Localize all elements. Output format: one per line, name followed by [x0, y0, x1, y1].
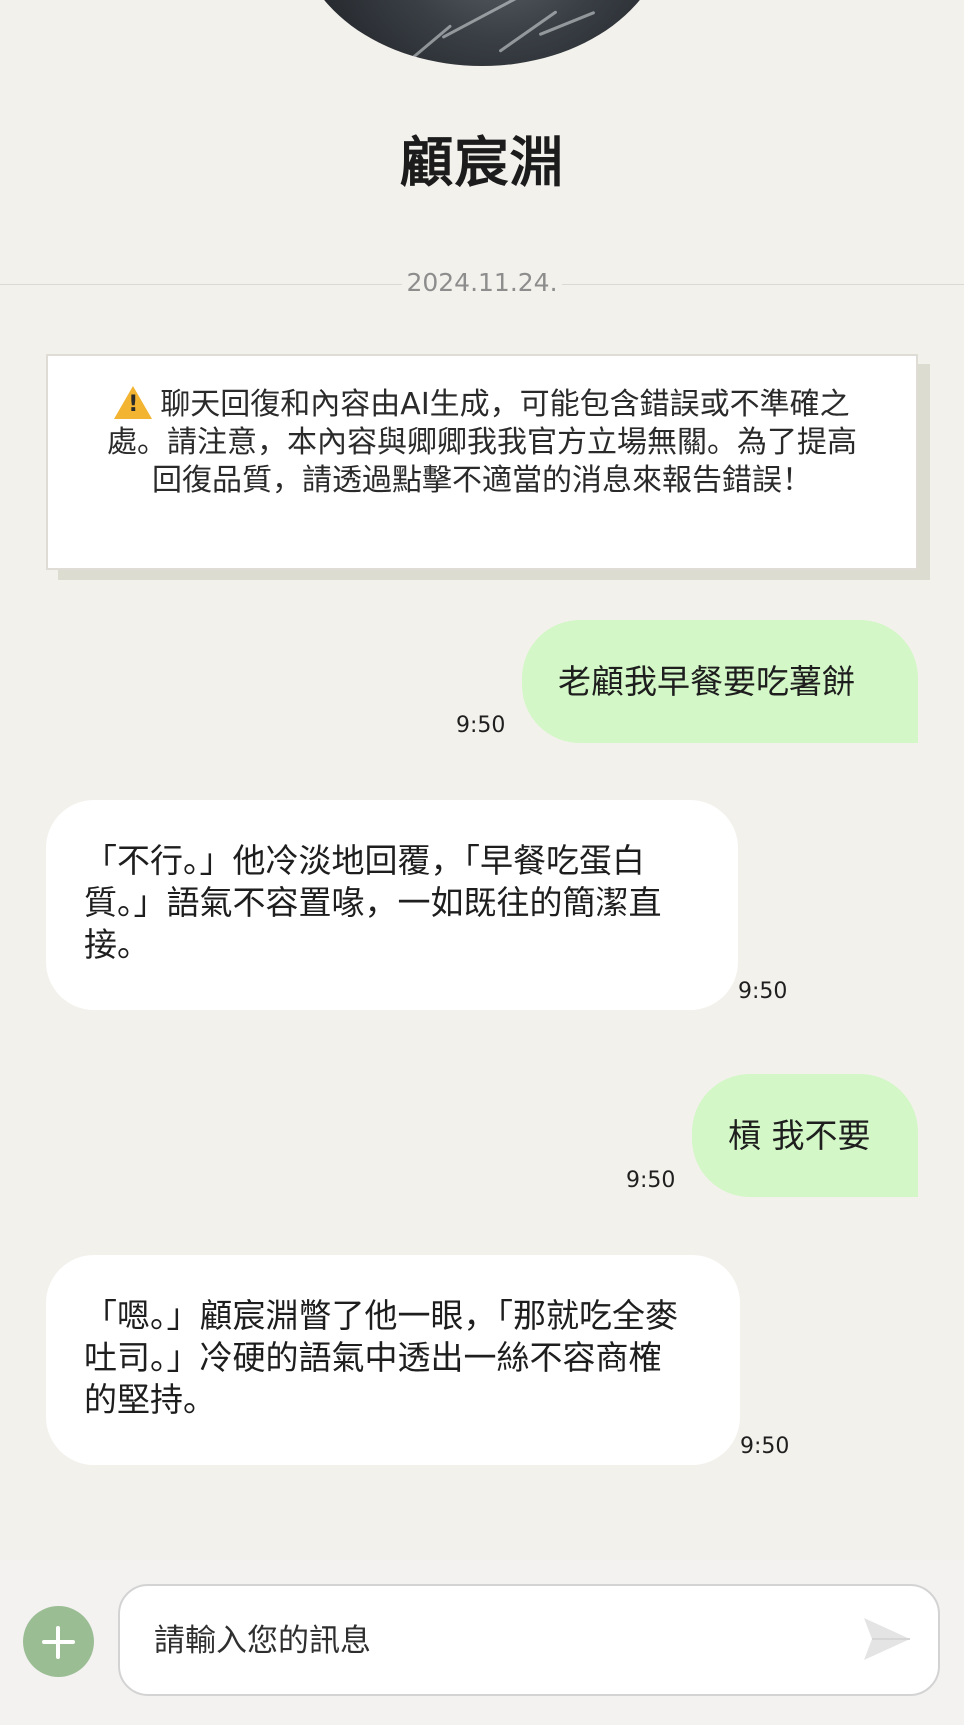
avatar-detail	[411, 24, 453, 59]
message-text: 槓 我不要	[728, 1115, 871, 1155]
message-line: 質。」語氣不容置喙，一如既往的簡潔直	[84, 883, 662, 922]
outgoing-message-bubble[interactable]: 老顧我早餐要吃薯餅	[522, 620, 918, 743]
warning-icon: !	[114, 386, 153, 419]
message-line: 的堅持。	[84, 1380, 216, 1419]
plus-icon[interactable]	[23, 1606, 94, 1677]
avatar[interactable]	[297, 0, 667, 66]
divider-line	[562, 284, 964, 285]
notice-text: 聊天回復和內容由AI生成，可能包含錯誤或不準確之處。請注意，本內容與卿卿我我官方…	[107, 387, 857, 498]
message-line: 吐司。」冷硬的語氣中透出一絲不容商榷	[84, 1338, 662, 1377]
message-time: 9:50	[740, 1434, 790, 1459]
message-time: 9:50	[626, 1168, 676, 1193]
date-label: 2024.11.24.	[406, 268, 558, 297]
chat-screen: 顧宸淵 2024.11.24. ! 聊天回復和內容由AI生成，可能包含錯誤或不準…	[0, 0, 964, 1725]
message-time: 9:50	[738, 979, 788, 1004]
ai-disclaimer-notice: ! 聊天回復和內容由AI生成，可能包含錯誤或不準確之處。請注意，本內容與卿卿我我…	[46, 354, 918, 570]
message-text: 老顧我早餐要吃薯餅	[558, 661, 855, 701]
send-icon[interactable]	[862, 1616, 912, 1662]
incoming-message-bubble[interactable]: 「嗯。」顧宸淵瞥了他一眼，「那就吃全麥 吐司。」冷硬的語氣中透出一絲不容商榷 的…	[46, 1255, 740, 1465]
contact-name: 顧宸淵	[399, 131, 565, 194]
message-line: 「嗯。」顧宸淵瞥了他一眼，「那就吃全麥	[84, 1296, 678, 1335]
incoming-message-bubble[interactable]: 「不行。」他冷淡地回覆，「早餐吃蛋白 質。」語氣不容置喙，一如既往的簡潔直 接。	[46, 800, 738, 1010]
message-input-container	[118, 1584, 940, 1696]
message-line: 「不行。」他冷淡地回覆，「早餐吃蛋白	[84, 841, 645, 880]
message-line: 接。	[84, 925, 150, 964]
avatar-detail	[441, 0, 523, 39]
outgoing-message-bubble[interactable]: 槓 我不要	[692, 1074, 918, 1197]
message-time: 9:50	[456, 713, 506, 738]
date-divider: 2024.11.24.	[0, 268, 964, 302]
message-input[interactable]	[154, 1616, 834, 1666]
